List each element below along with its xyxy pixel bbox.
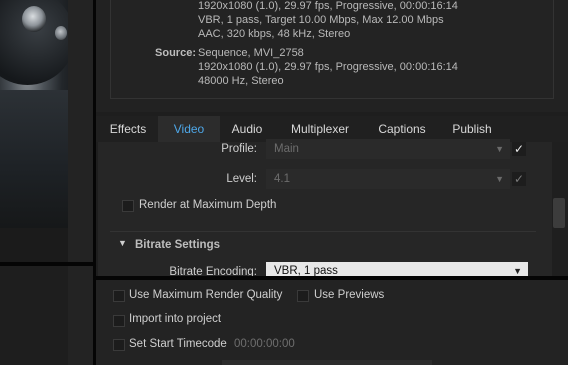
source-line-1: Sequence, MVI_2758 (198, 47, 304, 59)
video-preview (0, 0, 68, 262)
bottom-control-edge (222, 360, 432, 365)
chevron-down-icon: ▼ (495, 174, 504, 184)
tab-video[interactable]: Video (158, 116, 220, 142)
start-timecode-field[interactable]: 00:00:00:00 (234, 338, 295, 350)
start-timecode-checkbox[interactable] (113, 339, 125, 351)
tab-effects[interactable]: Effects (102, 116, 154, 142)
preview-headlight (22, 6, 46, 32)
chevron-down-icon: ▼ (495, 144, 504, 154)
level-check-icon[interactable]: ✓ (512, 172, 526, 186)
preview-divider (0, 228, 68, 262)
profile-value: Main (274, 143, 299, 155)
panel-gutter (68, 0, 96, 365)
triangle-down-icon[interactable]: ▼ (118, 238, 127, 248)
use-previews-checkbox[interactable] (297, 290, 309, 302)
source-label: Source: (155, 47, 196, 59)
section-divider (110, 231, 536, 232)
profile-dropdown[interactable]: Main ▼ (266, 139, 510, 159)
import-into-project-checkbox[interactable] (113, 315, 125, 327)
level-dropdown[interactable]: 4.1 ▼ (266, 169, 510, 189)
bitrate-section-header[interactable]: Bitrate Settings (135, 239, 220, 251)
chevron-down-icon: ▼ (513, 266, 522, 276)
settings-scrollbar-thumb[interactable] (553, 198, 565, 228)
preview-headlight-2 (55, 26, 67, 40)
output-line-1: 1920x1080 (1.0), 29.97 fps, Progressive,… (198, 0, 458, 12)
source-line-2: 1920x1080 (1.0), 29.97 fps, Progressive,… (198, 61, 458, 73)
profile-label: Profile: (221, 143, 257, 155)
max-render-quality-checkbox[interactable] (113, 290, 125, 302)
render-max-depth-label: Render at Maximum Depth (139, 199, 277, 211)
start-timecode-label: Set Start Timecode (129, 338, 227, 350)
max-render-quality-label: Use Maximum Render Quality (129, 289, 283, 301)
render-max-depth-checkbox[interactable] (122, 200, 134, 212)
bitrate-encoding-dropdown[interactable]: VBR, 1 pass ▼ (266, 262, 528, 276)
use-previews-label: Use Previews (314, 289, 385, 301)
preview-frame-image (0, 0, 68, 228)
bitrate-encoding-value: VBR, 1 pass (274, 265, 338, 276)
preview-road (0, 90, 68, 228)
level-value: 4.1 (274, 173, 290, 185)
output-line-2: VBR, 1 pass, Target 10.00 Mbps, Max 12.0… (198, 14, 444, 26)
import-into-project-label: Import into project (129, 313, 222, 325)
source-line-3: 48000 Hz, Stereo (198, 75, 284, 87)
output-line-3: AAC, 320 kbps, 48 kHz, Stereo (198, 28, 351, 40)
profile-check-icon[interactable]: ✓ (512, 142, 526, 156)
level-label: Level: (226, 173, 257, 185)
panel-splitter-left[interactable] (0, 262, 93, 266)
tab-audio[interactable]: Audio (222, 116, 272, 142)
